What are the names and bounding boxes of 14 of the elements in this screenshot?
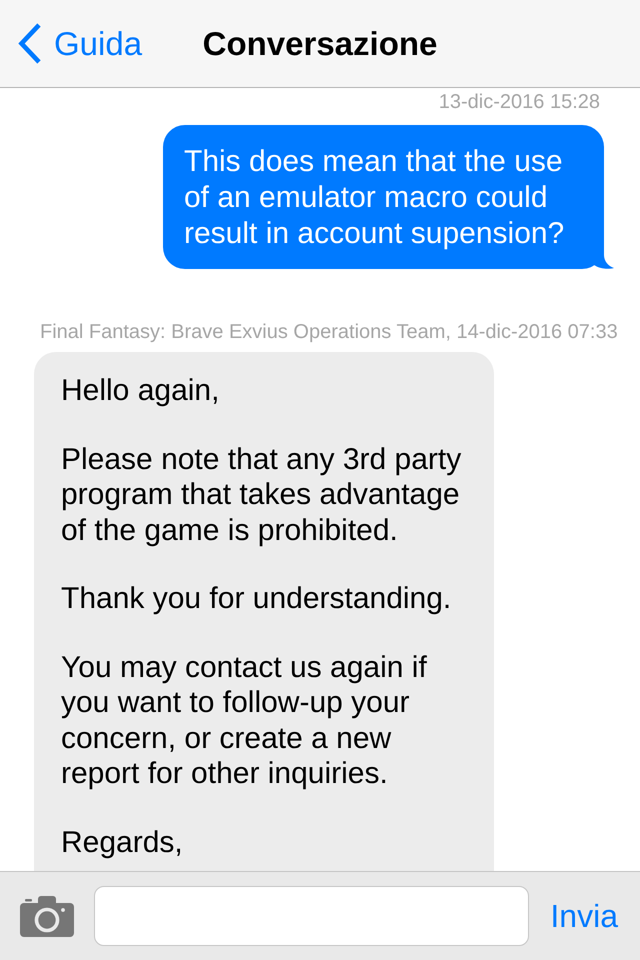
- timestamp: 13-dic-2016 15:28: [438, 90, 600, 114]
- message-input[interactable]: [94, 886, 530, 946]
- chevron-left-icon: [17, 23, 42, 64]
- sender-timestamp: Final Fantasy: Brave Exvius Operations Team, 14-dic-2016 07:33: [40, 320, 618, 344]
- camera-icon[interactable]: [20, 896, 74, 936]
- back-button[interactable]: Guida: [17, 23, 142, 64]
- message-text: Please note that any 3rd party program that takes advantage of the game is prohibited.: [61, 442, 462, 548]
- message-text: You may contact us again if you want to follow-up your concern, or create a new report for other inquiries.: [61, 650, 428, 792]
- message-text: This does mean that the use of an emulator macro could result in account supension?: [184, 144, 566, 252]
- message-text: Thank you for understanding.: [61, 581, 452, 616]
- screen-title: Conversazione: [202, 24, 438, 64]
- message-text: Hello again,: [61, 373, 220, 408]
- message-text: Regards,: [61, 824, 184, 860]
- send-button[interactable]: Invia: [550, 896, 618, 936]
